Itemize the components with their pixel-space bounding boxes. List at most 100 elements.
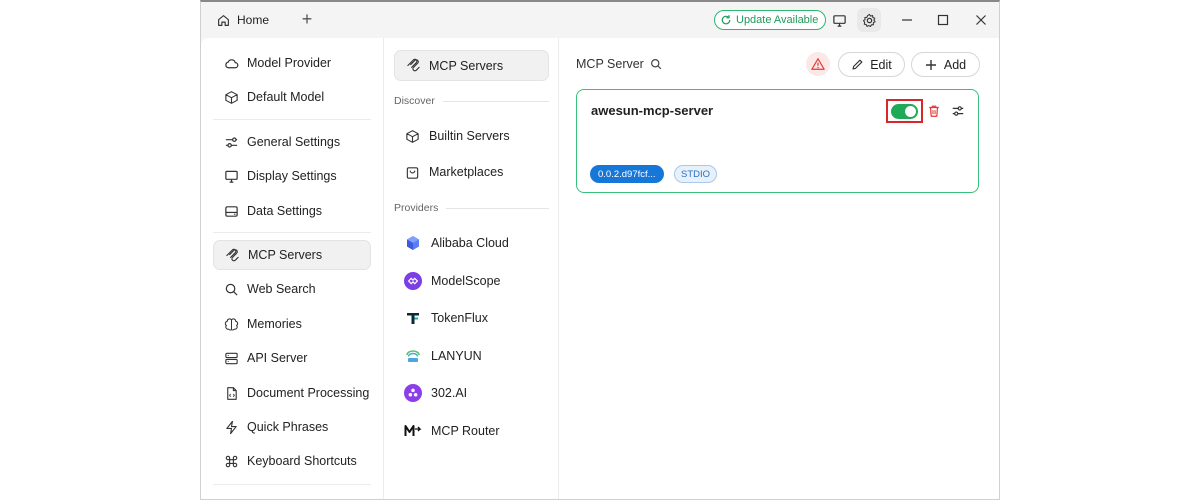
server-card[interactable]: awesun-mcp-server 0.0.2.d97fcf... STDIO [576,89,979,193]
sidebar-item-default-model[interactable]: Default Model [213,82,371,112]
server-name: awesun-mcp-server [591,103,714,118]
maximize-icon [935,12,951,28]
close-icon [973,12,989,28]
provider-mcp-router[interactable]: MCP Router [404,419,500,443]
sidebar-item-data-settings[interactable]: Data Settings [213,196,371,226]
provider-modelscope[interactable]: ModelScope [404,269,501,293]
new-tab-button[interactable]: + [297,9,317,29]
providers-heading-label: Providers [394,202,439,214]
search-icon[interactable] [650,58,663,71]
display-mode-button[interactable] [827,8,851,32]
provider-lanyun[interactable]: LANYUN [404,344,482,368]
warning-button[interactable] [806,52,830,76]
plus-icon [925,58,938,71]
sidebar-item-keyboard-shortcuts[interactable]: Keyboard Shortcuts [213,446,371,476]
delete-server-button[interactable] [926,103,942,119]
provider-tokenflux[interactable]: TokenFlux [404,306,488,330]
add-button-label: Add [943,57,967,72]
add-server-button[interactable]: Add [911,52,980,77]
sliders-icon [950,103,966,119]
command-icon [223,453,239,469]
provider-label: Alibaba Cloud [431,236,509,250]
tab-home-label: Home [237,13,270,27]
sidebar-item-label: Data Settings [247,204,323,218]
trash-icon [926,103,942,119]
mcp-icon [224,247,240,263]
sidebar-item-general-settings[interactable]: General Settings [213,127,371,157]
minimize-button[interactable] [895,8,919,32]
shopping-bag-icon [404,164,420,180]
sidebar-item-mcp-servers[interactable]: MCP Servers [213,240,371,270]
highlight-box [886,99,923,123]
sidebar-divider [213,232,371,233]
monitor-icon [223,168,239,184]
sidebar-item-label: Document Processing [247,386,370,400]
gear-icon [861,12,877,28]
sidebar-item-label: Quick Phrases [247,420,329,434]
sidebar-item-api-server[interactable]: API Server [213,343,371,373]
sidebar-item-display-settings[interactable]: Display Settings [213,161,371,191]
edit-button-label: Edit [870,57,892,72]
provider-label: 302.AI [431,386,468,400]
marketplaces-item[interactable]: Marketplaces [404,160,503,184]
discover-heading: Discover [394,95,549,107]
server-type-tag: STDIO [674,165,718,183]
sidebar-item-label: Memories [247,317,302,331]
sliders-icon [223,134,239,150]
sidebar-item-label: Display Settings [247,169,337,183]
mcp-servers-label: MCP Servers [429,58,504,73]
provider-302-ai[interactable]: 302.AI [404,381,467,405]
mcp-icon [405,58,421,74]
sidebar-item-quick-phrases[interactable]: Quick Phrases [213,412,371,442]
sidebar-divider [213,119,371,120]
section-divider [442,100,549,102]
page-title-label: MCP Server [576,57,644,71]
server-icon [223,350,239,366]
sidebar-item-label: API Server [247,351,308,365]
sidebar-item-document-processing[interactable]: Document Processing [213,378,371,408]
update-available-button[interactable]: Update Available [714,10,827,30]
document-icon [223,385,239,401]
settings-button[interactable] [857,8,881,32]
warning-icon [810,56,826,72]
version-tag: 0.0.2.d97fcf... [590,165,664,183]
sidebar-item-model-provider[interactable]: Model Provider [213,48,371,78]
home-icon [215,12,231,28]
mcp-sidebar: MCP Servers Discover Builtin Servers Mar… [384,38,559,499]
hard-drive-icon [223,203,239,219]
title-bar: Home + Update Available [201,2,999,38]
sidebar-item-web-search[interactable]: Web Search [213,274,371,304]
maximize-button[interactable] [931,8,955,32]
sidebar-item-label: MCP Servers [248,248,323,262]
package-icon [404,128,420,144]
mcp-servers-item[interactable]: MCP Servers [394,50,549,81]
cloud-icon [223,55,239,71]
refresh-icon [720,14,732,26]
builtin-servers-item[interactable]: Builtin Servers [404,124,510,148]
modelscope-logo-icon [404,272,422,290]
edit-button[interactable]: Edit [838,52,905,77]
app-window: Home + Update Available Model Provider D… [200,0,1000,500]
tokenflux-logo-icon [404,309,422,327]
sidebar-item-label: Default Model [247,90,325,104]
monitor-icon [831,12,847,28]
provider-label: LANYUN [431,349,482,363]
zap-icon [223,419,239,435]
mcp-router-logo-icon [404,422,422,440]
provider-label: ModelScope [431,274,501,288]
sidebar-item-label: General Settings [247,135,341,149]
sidebar-item-label: Model Provider [247,56,332,70]
close-window-button[interactable] [969,8,993,32]
server-settings-button[interactable] [950,103,966,119]
server-enable-toggle[interactable] [891,103,918,119]
provider-alibaba-cloud[interactable]: Alibaba Cloud [404,231,509,255]
provider-label: MCP Router [431,424,500,438]
page-title: MCP Server [576,57,663,71]
settings-sidebar: Model Provider Default Model General Set… [201,38,384,499]
provider-label: TokenFlux [431,311,488,325]
tab-home[interactable]: Home [215,10,269,30]
brain-icon [223,316,239,332]
sidebar-item-memories[interactable]: Memories [213,309,371,339]
lanyun-logo-icon [404,347,422,365]
content-area: Model Provider Default Model General Set… [201,38,999,499]
